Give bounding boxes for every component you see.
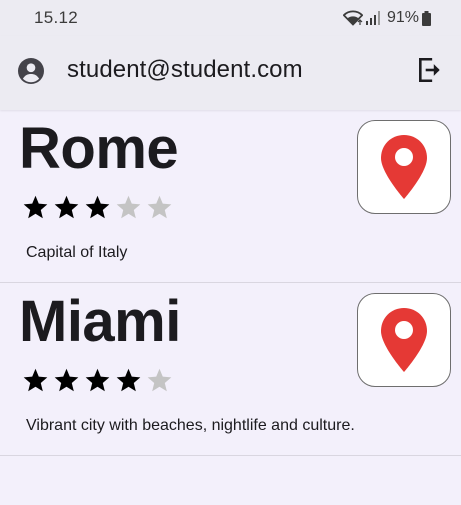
star-filled-icon bbox=[54, 368, 79, 392]
star-filled-icon bbox=[116, 368, 141, 392]
star-filled-icon bbox=[23, 368, 48, 392]
star-filled-icon bbox=[85, 368, 110, 392]
map-pin-icon bbox=[381, 308, 427, 372]
star-empty-icon bbox=[147, 368, 172, 392]
status-time: 15.12 bbox=[34, 8, 79, 27]
map-button[interactable] bbox=[357, 293, 451, 387]
star-filled-icon bbox=[85, 195, 110, 219]
star-empty-icon bbox=[116, 195, 141, 219]
map-pin-icon bbox=[381, 135, 427, 199]
star-filled-icon bbox=[54, 195, 79, 219]
place-card-miami[interactable]: Miami Vibrant city with beaches, nightli… bbox=[0, 283, 461, 456]
user-email: student@student.com bbox=[67, 56, 303, 83]
account-circle-icon[interactable] bbox=[18, 58, 44, 84]
logout-icon[interactable] bbox=[417, 56, 443, 84]
rating-stars bbox=[22, 367, 173, 394]
status-bar: 15.12 91% bbox=[0, 0, 461, 36]
wifi-icon bbox=[342, 10, 363, 26]
battery-percent: 91% bbox=[386, 9, 419, 26]
place-list: Rome Capital of Italy Miami Vibrant city… bbox=[0, 110, 461, 456]
place-description: Capital of Italy bbox=[26, 244, 128, 261]
star-filled-icon bbox=[23, 195, 48, 219]
status-icons: 91% bbox=[342, 9, 431, 27]
place-description: Vibrant city with beaches, nightlife and… bbox=[26, 417, 355, 434]
place-title: Miami bbox=[19, 289, 181, 354]
place-title: Rome bbox=[19, 116, 179, 181]
app-bar: student@student.com bbox=[0, 36, 461, 110]
map-button[interactable] bbox=[357, 120, 451, 214]
battery-icon bbox=[422, 10, 431, 26]
place-card-rome[interactable]: Rome Capital of Italy bbox=[0, 110, 461, 283]
star-empty-icon bbox=[147, 195, 172, 219]
signal-icon bbox=[365, 11, 380, 25]
rating-stars bbox=[22, 194, 173, 221]
